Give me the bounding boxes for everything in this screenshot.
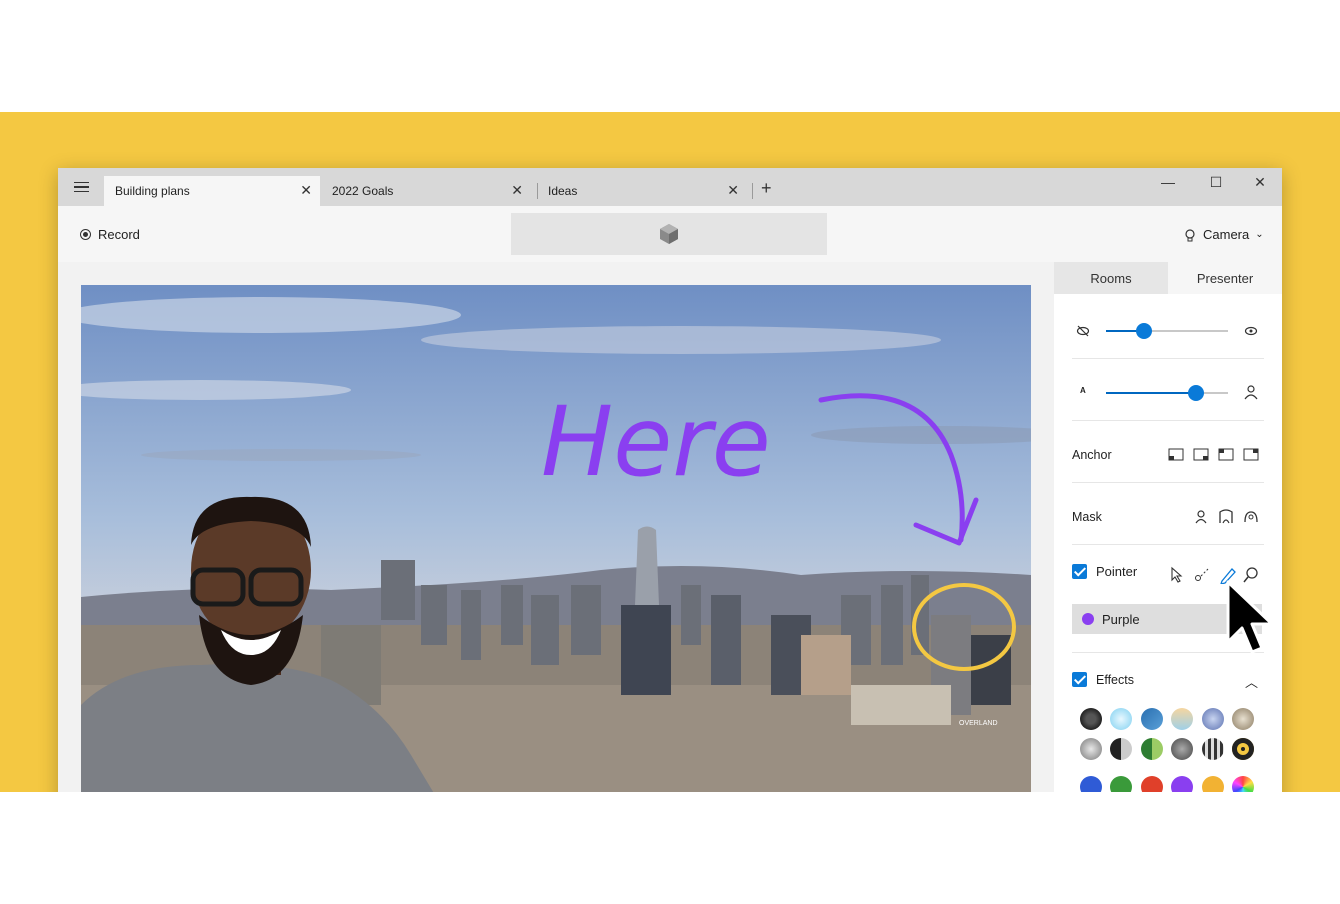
minimize-icon[interactable]: — <box>1156 174 1180 190</box>
background-band: Building plans ✕ 2022 Goals ✕ Ideas ✕ + … <box>0 112 1340 792</box>
tab-label: 2022 Goals <box>332 184 394 198</box>
effect-swatch[interactable] <box>1202 708 1224 730</box>
camera-dropdown[interactable]: Camera ⌄ <box>1183 227 1264 242</box>
close-tab-icon[interactable]: ✕ <box>511 183 523 197</box>
effect-swatch[interactable] <box>1232 708 1254 730</box>
close-tab-icon[interactable]: ✕ <box>300 183 312 197</box>
toolbar: Record Camera ⌄ <box>58 206 1282 262</box>
effect-swatch[interactable] <box>1110 738 1132 760</box>
effect-swatch[interactable] <box>1110 708 1132 730</box>
chevron-down-icon: ⌄ <box>1255 229 1264 240</box>
small-person-icon: A <box>1080 386 1086 395</box>
color-swatch[interactable] <box>1141 776 1163 792</box>
tab-2022-goals[interactable]: 2022 Goals ✕ <box>321 176 531 206</box>
tab-rooms-label: Rooms <box>1090 270 1132 286</box>
cube-icon <box>660 224 678 244</box>
size-slider-thumb[interactable] <box>1188 385 1205 401</box>
camera-label: Camera <box>1203 227 1250 242</box>
stage: Here OVERLAND <box>58 262 1054 792</box>
effect-swatch[interactable] <box>1232 738 1254 760</box>
city-photo[interactable]: Here OVERLAND <box>81 285 1031 792</box>
hamburger-menu-icon[interactable] <box>70 178 92 196</box>
size-slider-fill <box>1106 392 1197 394</box>
effect-swatch[interactable] <box>1080 738 1102 760</box>
maximize-icon[interactable]: ☐ <box>1204 174 1228 191</box>
presenter-panel: Rooms Presenter A Anchor Mask Pointer Pu… <box>1054 262 1282 792</box>
tab-building-plans[interactable]: Building plans ✕ <box>104 176 320 206</box>
effects-toggle[interactable]: Effects <box>1072 672 1264 687</box>
pointer-checkbox[interactable] <box>1072 564 1087 579</box>
pointer-color-label: Purple <box>1102 611 1140 627</box>
effect-swatch[interactable] <box>1080 708 1102 730</box>
pointer-label: Pointer <box>1096 564 1138 579</box>
mask-shape-icons[interactable] <box>1194 509 1258 525</box>
mouse-cursor-icon <box>1226 580 1274 654</box>
building-sign-text: OVERLAND <box>959 720 998 727</box>
effect-swatch[interactable] <box>1202 738 1224 760</box>
effect-swatch[interactable] <box>1141 708 1163 730</box>
title-bar: Building plans ✕ 2022 Goals ✕ Ideas ✕ + … <box>58 168 1282 206</box>
color-picker-swatch[interactable] <box>1232 776 1254 792</box>
tab-label: Ideas <box>548 184 578 198</box>
tab-presenter[interactable]: Presenter <box>1168 262 1282 294</box>
color-swatch[interactable] <box>1202 776 1224 792</box>
preview-area[interactable] <box>511 213 827 255</box>
person-icon <box>1244 385 1258 400</box>
ink-here-text: Here <box>541 386 771 498</box>
close-tab-icon[interactable]: ✕ <box>727 183 739 197</box>
eye-icon <box>1244 326 1258 336</box>
tab-ideas[interactable]: Ideas ✕ <box>537 176 747 206</box>
tab-divider <box>752 183 753 199</box>
camera-icon <box>1185 228 1195 241</box>
size-slider[interactable] <box>1106 385 1228 401</box>
eye-off-icon <box>1076 325 1090 337</box>
city-skyline-image: Here OVERLAND <box>81 285 1031 792</box>
divider <box>1072 420 1264 421</box>
divider <box>1072 358 1264 359</box>
anchor-position-icons[interactable] <box>1168 448 1260 462</box>
visibility-slider-thumb[interactable] <box>1135 323 1152 339</box>
chevron-up-icon[interactable]: ︿ <box>1245 672 1258 691</box>
tab-presenter-label: Presenter <box>1196 270 1254 286</box>
tab-rooms[interactable]: Rooms <box>1054 262 1168 294</box>
color-swatch[interactable] <box>1171 776 1193 792</box>
effects-checkbox[interactable] <box>1072 672 1087 687</box>
effects-label: Effects <box>1096 672 1134 687</box>
record-button[interactable]: Record <box>80 227 140 242</box>
app-window: Building plans ✕ 2022 Goals ✕ Ideas ✕ + … <box>58 168 1282 792</box>
effect-swatch[interactable] <box>1171 708 1193 730</box>
effect-swatch[interactable] <box>1141 738 1163 760</box>
record-icon <box>80 229 91 240</box>
record-label: Record <box>98 227 140 242</box>
purple-swatch <box>1082 613 1094 625</box>
new-tab-icon[interactable]: + <box>761 179 772 197</box>
effect-swatch[interactable] <box>1171 738 1193 760</box>
tab-label: Building plans <box>115 184 190 198</box>
visibility-slider[interactable] <box>1106 323 1228 339</box>
divider <box>1072 482 1264 483</box>
color-swatch[interactable] <box>1110 776 1132 792</box>
panel-tabs: Rooms Presenter <box>1054 262 1282 294</box>
color-swatch[interactable] <box>1080 776 1102 792</box>
divider <box>1072 544 1264 545</box>
close-window-icon[interactable]: ✕ <box>1248 174 1272 191</box>
